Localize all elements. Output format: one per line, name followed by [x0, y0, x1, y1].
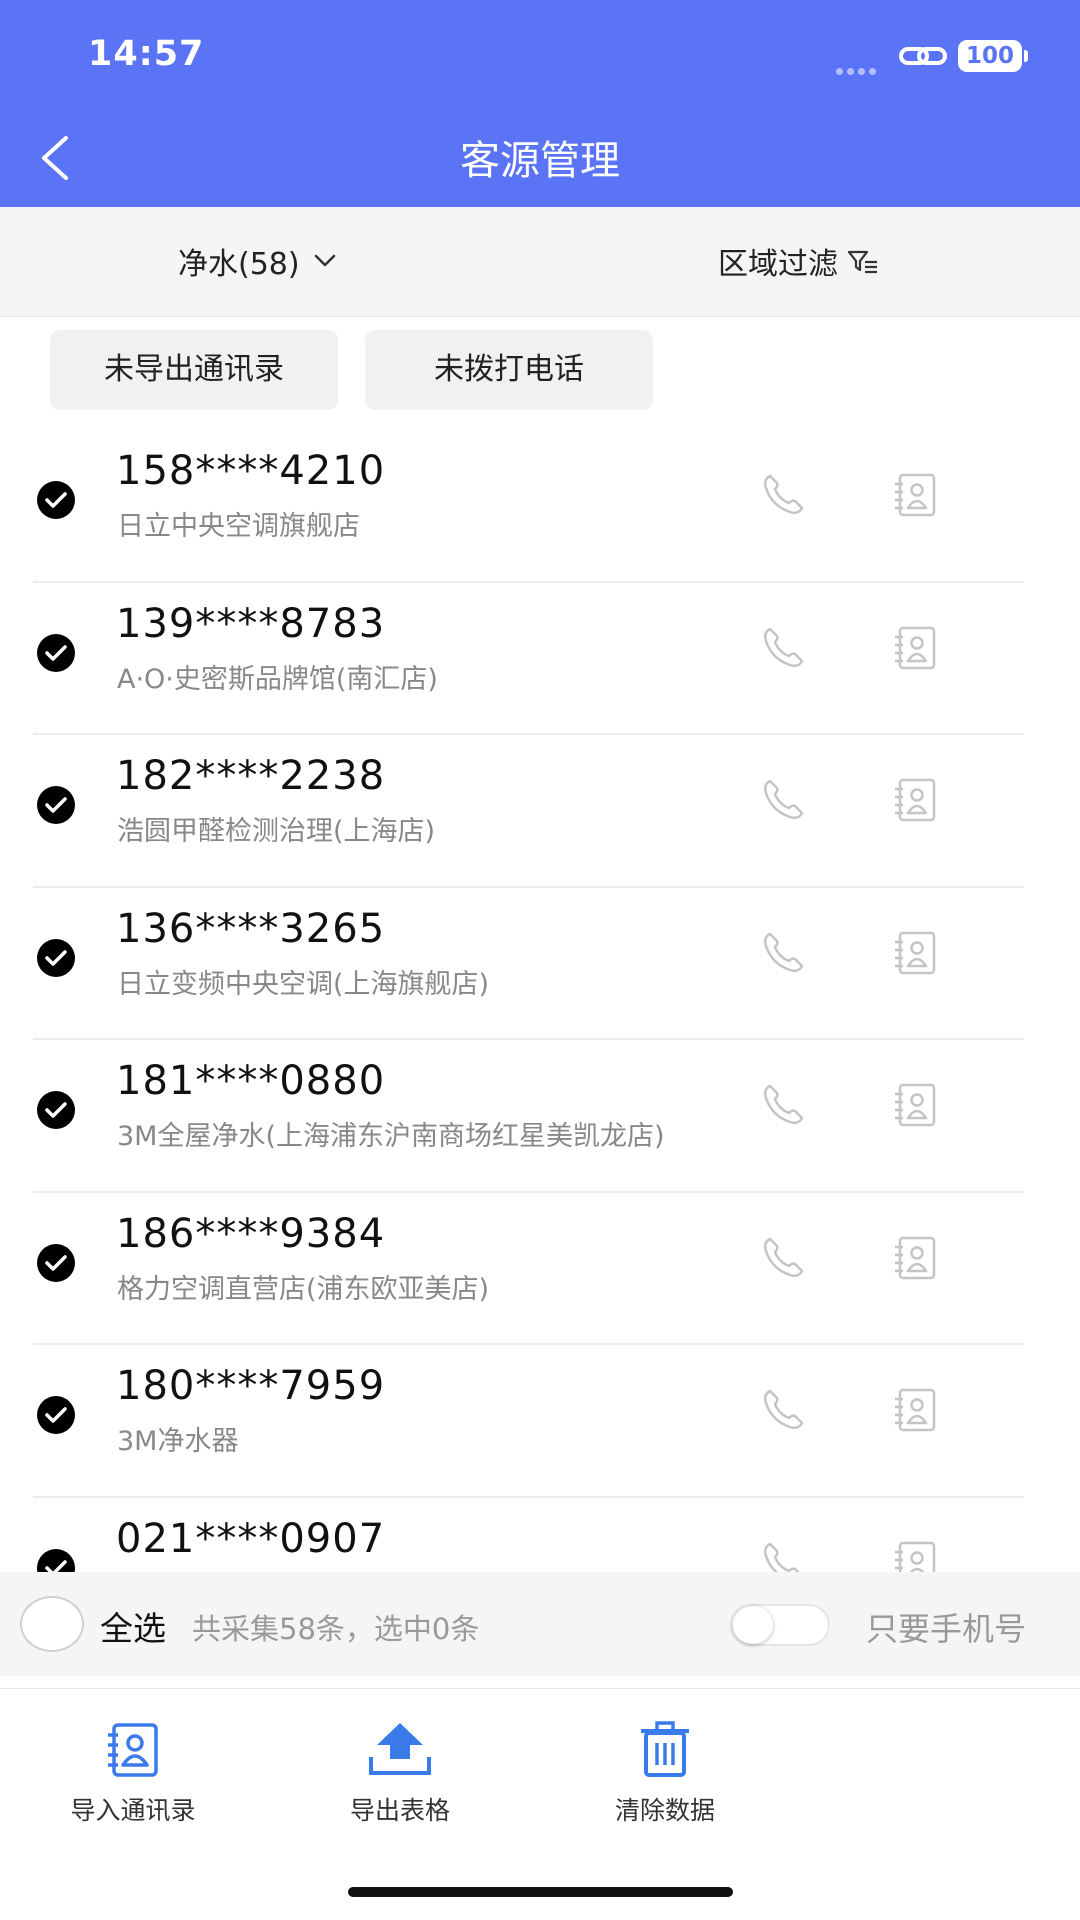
- export-table-label: 导出表格: [349, 1796, 450, 1825]
- phone-icon[interactable]: [758, 1233, 808, 1283]
- toggle-knob: [733, 1606, 773, 1644]
- import-contacts-label: 导入通讯录: [70, 1796, 196, 1825]
- contact-book-icon[interactable]: [890, 1233, 940, 1283]
- checkmark-icon[interactable]: [36, 1090, 76, 1130]
- phone-icon[interactable]: [758, 470, 808, 520]
- list-item[interactable]: 158****4210 日立中央空调旗舰店: [0, 430, 1080, 583]
- contact-book-icon[interactable]: [890, 1080, 940, 1130]
- phone-icon[interactable]: [758, 623, 808, 673]
- select-all-radio[interactable]: [20, 1596, 84, 1652]
- contact-book-icon[interactable]: [890, 775, 940, 825]
- battery-level: 100: [958, 40, 1022, 72]
- trash-icon: [641, 1721, 689, 1777]
- contact-list[interactable]: 158****4210 日立中央空调旗舰店 139****8783 A·O·史密斯品牌…: [0, 430, 1080, 1572]
- category-dropdown[interactable]: 净水(58): [178, 239, 336, 283]
- phone-icon[interactable]: [758, 1385, 808, 1435]
- checkmark-icon[interactable]: [36, 480, 76, 520]
- link-icon: [899, 47, 947, 65]
- home-indicator: [348, 1887, 733, 1897]
- phone-number: 181****0880: [116, 1058, 386, 1104]
- header: 14:57 100 客源管理: [0, 0, 1080, 207]
- phone-icon[interactable]: [758, 775, 808, 825]
- list-item[interactable]: 182****2238 浩圆甲醛检测治理(上海店): [0, 735, 1080, 888]
- contact-book-icon[interactable]: [890, 470, 940, 520]
- selection-summary: 共采集58条，选中0条: [192, 1612, 480, 1646]
- category-label: 净水(58): [178, 247, 300, 282]
- contact-book-icon[interactable]: [890, 1385, 940, 1435]
- phone-number: 182****2238: [116, 753, 386, 799]
- store-name: 日立变频中央空调(上海旗舰店): [117, 968, 490, 1000]
- list-item[interactable]: 180****7959 3M净水器: [0, 1345, 1080, 1498]
- battery-icon: 100: [958, 40, 1028, 72]
- list-item[interactable]: 181****0880 3M全屋净水(上海浦东沪南商场红星美凯龙店): [0, 1040, 1080, 1193]
- store-name: 格力空调直营店(浦东欧亚美店): [117, 1273, 490, 1305]
- chip-not-called[interactable]: 未拨打电话: [365, 330, 653, 410]
- phone-number: 180****7959: [116, 1363, 386, 1409]
- status-time: 14:57: [88, 34, 205, 74]
- phone-number: 136****3265: [116, 905, 386, 952]
- store-name: 3M全屋净水(上海浦东沪南商场红星美凯龙店): [117, 1121, 665, 1152]
- region-filter[interactable]: 区域过滤: [718, 239, 880, 283]
- store-name: A·O·史密斯品牌馆(南汇店): [117, 663, 438, 695]
- checkmark-icon[interactable]: [36, 1395, 76, 1435]
- checkmark-icon[interactable]: [36, 1243, 76, 1283]
- phone-number: 139****8783: [116, 600, 386, 647]
- phone-number: 158****4210: [116, 448, 386, 494]
- mobile-only-toggle[interactable]: [730, 1604, 830, 1646]
- checkmark-icon[interactable]: [36, 633, 76, 673]
- select-all-label[interactable]: 全选: [100, 1602, 166, 1650]
- filter-icon: [847, 250, 877, 274]
- checkmark-icon[interactable]: [36, 785, 76, 825]
- export-table-button[interactable]: 导出表格: [290, 1719, 510, 1827]
- clear-data-button[interactable]: 清除数据: [555, 1719, 775, 1827]
- page-title: 客源管理: [460, 138, 620, 184]
- contact-book-icon[interactable]: [890, 623, 940, 673]
- import-contacts-button[interactable]: 导入通讯录: [23, 1719, 243, 1827]
- checkmark-icon[interactable]: [36, 1548, 76, 1573]
- mobile-only-label: 只要手机号: [866, 1610, 1027, 1648]
- contact-book-icon[interactable]: [890, 1538, 940, 1573]
- store-name: 日立中央空调旗舰店: [117, 511, 360, 542]
- contact-book-icon[interactable]: [890, 928, 940, 978]
- phone-icon[interactable]: [758, 1080, 808, 1130]
- checkmark-icon[interactable]: [36, 938, 76, 978]
- selection-bar: 全选 共采集58条，选中0条 只要手机号: [0, 1572, 1080, 1676]
- store-name: 3M净水器: [117, 1426, 239, 1457]
- clear-data-label: 清除数据: [614, 1796, 715, 1825]
- list-item[interactable]: 186****9384 格力空调直营店(浦东欧亚美店): [0, 1193, 1080, 1345]
- region-filter-label: 区域过滤: [718, 247, 838, 282]
- contact-book-icon: [108, 1723, 158, 1777]
- bottom-action-bar: 导入通讯录 导出表格 清除数据: [0, 1688, 1080, 1920]
- list-item[interactable]: 136****3265 日立变频中央空调(上海旗舰店): [0, 888, 1080, 1040]
- phone-icon[interactable]: [758, 1538, 808, 1573]
- signal-icon: [836, 60, 884, 75]
- chevron-down-icon: [314, 254, 335, 267]
- upload-icon: [369, 1723, 431, 1775]
- list-item[interactable]: 139****8783 A·O·史密斯品牌馆(南汇店): [0, 583, 1080, 735]
- phone-number: 021****0907: [116, 1515, 386, 1562]
- store-name: 浩圆甲醛检测治理(上海店): [117, 816, 436, 847]
- filter-bar: 净水(58) 区域过滤: [0, 207, 1080, 317]
- list-item[interactable]: 021****0907: [0, 1498, 1080, 1573]
- phone-number: 186****9384: [116, 1210, 386, 1257]
- phone-icon[interactable]: [758, 928, 808, 978]
- chip-not-exported[interactable]: 未导出通讯录: [50, 330, 338, 410]
